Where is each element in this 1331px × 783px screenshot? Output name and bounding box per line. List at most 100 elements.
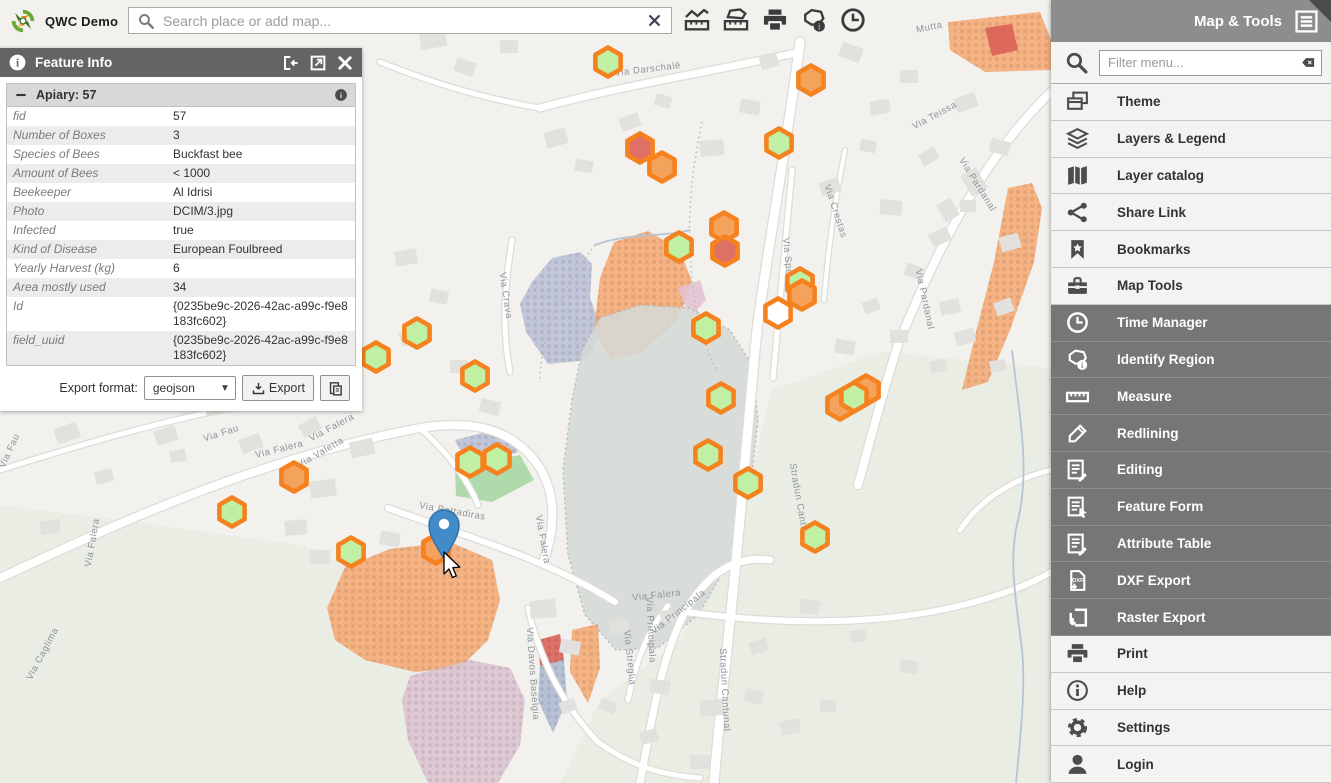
raster-export-icon [1065,605,1090,630]
search-clear-icon[interactable] [647,13,662,28]
sidebar-title: Map & Tools [1194,13,1282,30]
print-icon[interactable] [761,6,789,34]
feature-info-header[interactable]: i Feature Info [0,48,362,77]
topbar: QWC Demo i [0,0,1051,42]
apiary-hexagon-marker[interactable] [457,448,482,477]
apiary-hexagon-marker[interactable] [338,538,363,567]
apiary-hexagon-marker[interactable] [695,441,720,470]
sidebar-item-theme[interactable]: Theme [1051,84,1331,121]
corner-fold [1309,0,1331,22]
close-icon[interactable] [336,54,354,72]
bookmark-icon [1065,237,1090,262]
sidebar-item-help[interactable]: Help [1051,673,1331,710]
filter-menu-input[interactable] [1099,50,1322,76]
measure-icon [1065,384,1090,409]
app-title: QWC Demo [45,14,118,29]
sidebar-item-layers-legend[interactable]: Layers & Legend [1051,121,1331,158]
export-button[interactable]: Export [242,375,314,401]
attribute-label: Yearly Harvest (kg) [7,259,167,278]
attribute-row: field_uuid{0235be9c-2026-42ac-a99c-f9e81… [7,331,355,365]
apiary-hexagon-marker[interactable] [798,66,823,95]
search-input[interactable] [161,12,638,30]
map-toolbar: i [683,6,867,34]
apiary-hexagon-marker[interactable] [802,523,827,552]
search-bar [128,7,672,34]
dock-icon[interactable] [282,54,300,72]
apiary-hexagon-marker[interactable] [666,233,691,262]
login-icon [1065,752,1090,777]
detach-window-icon[interactable] [309,54,327,72]
collapse-icon[interactable] [14,88,28,102]
apiary-hexagon-marker[interactable] [765,299,790,328]
apiary-hexagon-marker[interactable] [693,314,718,343]
sidebar-item-settings[interactable]: Settings [1051,710,1331,747]
attribute-value: 57 [167,107,355,127]
apiary-hexagon-marker[interactable] [649,153,674,182]
sidebar-item-redlining[interactable]: Redlining [1051,415,1331,452]
app-logo: QWC Demo [8,6,118,36]
apiary-hexagon-marker[interactable] [462,362,487,391]
sidebar-item-dxf-export[interactable]: DXFDXF Export [1051,562,1331,599]
sidebar-item-label: Raster Export [1117,610,1206,625]
sidebar-item-label: Settings [1117,720,1170,735]
sidebar-item-label: Time Manager [1117,315,1208,330]
sidebar-item-attribute-table[interactable]: Attribute Table [1051,526,1331,563]
attribute-value: DCIM/3.jpg [167,202,355,221]
copy-to-clipboard-button[interactable] [320,375,350,401]
sidebar-item-measure[interactable]: Measure [1051,378,1331,415]
apiary-hexagon-marker[interactable] [789,281,814,310]
theme-icon [1065,89,1090,114]
measure-line-icon[interactable] [683,6,711,34]
apiary-hexagon-marker[interactable] [281,463,306,492]
sidebar-item-print[interactable]: Print [1051,636,1331,673]
apiary-hexagon-marker[interactable] [735,469,760,498]
sidebar-item-identify-region[interactable]: iIdentify Region [1051,342,1331,379]
apiary-hexagon-marker[interactable] [404,319,429,348]
attribute-value: European Foulbreed [167,240,355,259]
sidebar-item-editing[interactable]: Editing [1051,452,1331,489]
clipboard-icon [327,380,344,397]
sidebar-item-login[interactable]: Login [1051,746,1331,783]
export-format-select[interactable]: geojson ▼ [144,376,236,400]
attribute-row: Yearly Harvest (kg)6 [7,259,355,278]
attribute-row: BeekeeperAl Idrisi [7,183,355,202]
sidebar-item-raster-export[interactable]: Raster Export [1051,599,1331,636]
clock-icon[interactable] [839,6,867,34]
sidebar-item-bookmarks[interactable]: Bookmarks [1051,231,1331,268]
svg-text:i: i [818,23,821,33]
layer-info-icon[interactable]: i [334,88,348,102]
sidebar-item-time-manager[interactable]: Time Manager [1051,305,1331,342]
attribute-label: Kind of Disease [7,240,167,259]
sidebar-menu: ThemeLayers & LegendLayer catalogShare L… [1051,84,1331,783]
attribute-value: {0235be9c-2026-42ac-a99c-f9e8183fc602} [167,297,355,331]
feature-info-body: Apiary: 57 i fid57Number of Boxes3Specie… [0,77,362,411]
sidebar-item-share-link[interactable]: Share Link [1051,194,1331,231]
attribute-row: PhotoDCIM/3.jpg [7,202,355,221]
search-icon [137,12,155,30]
attribute-label: Id [7,297,167,331]
attribute-label: Infected [7,221,167,240]
apiary-hexagon-marker[interactable] [841,383,866,412]
pencil-icon [1065,421,1090,446]
attribute-table: fid57Number of Boxes3Species of BeesBuck… [7,106,355,365]
apiary-hexagon-marker[interactable] [708,384,733,413]
backspace-icon[interactable] [1300,55,1317,70]
attribute-value: < 1000 [167,164,355,183]
apiary-hexagon-marker[interactable] [712,237,737,266]
apiary-hexagon-marker[interactable] [363,343,388,372]
apiary-hexagon-marker[interactable] [766,129,791,158]
measure-area-icon[interactable] [722,6,750,34]
apiary-hexagon-marker[interactable] [595,48,620,77]
clock-icon [1065,310,1090,335]
sidebar-item-map-tools[interactable]: Map Tools [1051,268,1331,305]
identify-region-icon[interactable]: i [800,6,828,34]
sidebar-item-feature-form[interactable]: Feature Form [1051,489,1331,526]
apiary-hexagon-marker[interactable] [484,445,509,474]
attribute-label: fid [7,107,167,127]
apiary-hexagon-marker[interactable] [219,498,244,527]
sidebar-item-layer-catalog[interactable]: Layer catalog [1051,158,1331,195]
sidebar-item-label: Map Tools [1117,278,1183,293]
feature-layer-title: Apiary: 57 [36,88,334,102]
feature-layer-header[interactable]: Apiary: 57 i [7,84,355,106]
attribute-label: Photo [7,202,167,221]
